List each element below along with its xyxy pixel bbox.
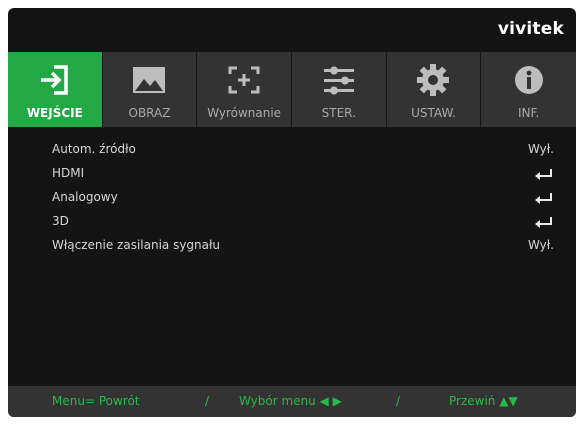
tab-control[interactable]: STER.	[291, 52, 387, 127]
enter-arrow-icon	[535, 169, 552, 180]
hint-separator: /	[396, 394, 401, 408]
tab-image[interactable]: OBRAZ	[102, 52, 198, 127]
enter-arrow-icon	[535, 193, 552, 204]
menu-item-label: HDMI	[52, 166, 85, 180]
tab-input[interactable]: WEJŚCIE	[8, 52, 103, 127]
gear-icon	[413, 62, 453, 98]
info-icon	[509, 62, 549, 98]
enter-arrow-icon	[535, 217, 552, 228]
menu-item-label: Włączenie zasilania sygnału	[52, 238, 221, 252]
tab-settings[interactable]: USTAW.	[386, 52, 482, 127]
menu-item-auto-source[interactable]: Autom. źródło Wył.	[8, 139, 576, 163]
menu-item-value: Wył.	[528, 142, 554, 156]
menu-item-signal-power-on[interactable]: Włączenie zasilania sygnału Wył.	[8, 235, 576, 259]
tab-info[interactable]: INF.	[481, 52, 576, 127]
menu-item-label: 3D	[52, 214, 69, 228]
tab-label: USTAW.	[411, 106, 456, 120]
alignment-icon	[224, 62, 264, 98]
sliders-icon	[319, 62, 359, 98]
menu-item-label: Autom. źródło	[52, 142, 136, 156]
menu-item-3d[interactable]: 3D	[8, 211, 576, 235]
image-icon	[129, 62, 169, 98]
hint-back: Menu= Powrót	[52, 394, 140, 408]
osd-menu-window: vivitek WEJŚCIE OBRAZ Wyrównanie STER. U…	[8, 8, 576, 417]
hint-scroll: Przewiń ▲▼	[449, 394, 518, 408]
brand-logo: vivitek	[497, 19, 564, 39]
tab-label: INF.	[517, 106, 540, 120]
tab-alignment[interactable]: Wyrównanie	[197, 52, 292, 127]
tab-label: STER.	[321, 106, 356, 120]
tab-bar: WEJŚCIE OBRAZ Wyrównanie STER. USTAW. IN…	[8, 52, 576, 127]
menu-item-label: Analogowy	[52, 190, 118, 204]
menu-list: Autom. źródło Wył. HDMI Analogowy 3D Włą…	[8, 127, 576, 387]
menu-item-analog[interactable]: Analogowy	[8, 187, 576, 211]
menu-item-hdmi[interactable]: HDMI	[8, 163, 576, 187]
hint-separator: /	[205, 394, 210, 408]
footer-hint-bar: Menu= Powrót / Wybór menu ◀ ▶ / Przewiń …	[8, 386, 576, 417]
hint-select-menu: Wybór menu ◀ ▶	[239, 394, 342, 408]
tab-label: OBRAZ	[128, 106, 171, 120]
menu-item-value: Wył.	[528, 238, 554, 252]
tab-label: WEJŚCIE	[26, 106, 83, 120]
tab-label: Wyrównanie	[207, 106, 282, 120]
input-arrow-icon	[35, 62, 75, 98]
